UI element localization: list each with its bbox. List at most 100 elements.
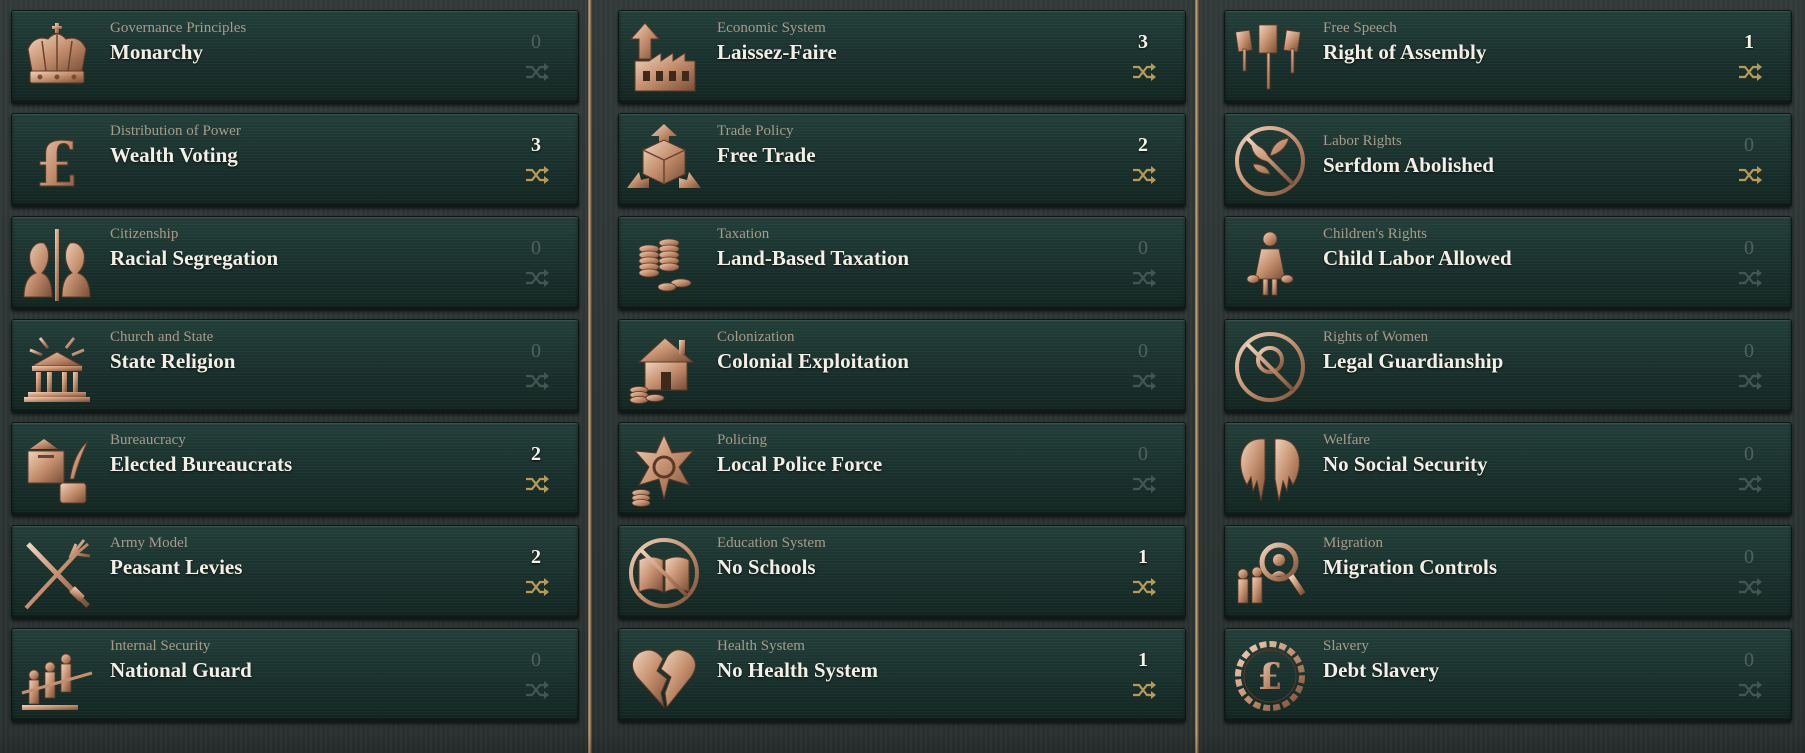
- law-name: Legal Guardianship: [1323, 349, 1504, 373]
- crown-icon: [18, 19, 96, 97]
- shuffle-icon[interactable]: [1737, 370, 1763, 392]
- pitchfork-musket-icon: [18, 534, 96, 612]
- shuffle-icon[interactable]: [1131, 164, 1157, 186]
- shuffle-icon[interactable]: [524, 576, 550, 598]
- law-card-colonization[interactable]: Colonization Colonial Exploitation 0: [618, 319, 1186, 413]
- law-group-label: Policing: [717, 432, 768, 448]
- law-card-internal-security[interactable]: Internal Security National Guard 0: [11, 628, 579, 722]
- broken-heart-icon: [625, 637, 703, 715]
- law-card-economic-system[interactable]: Economic System Laissez-Faire 3: [618, 10, 1186, 104]
- crossed-venus-icon: [1231, 328, 1309, 406]
- law-card-slavery[interactable]: £ Slavery Debt Slavery 0: [1224, 628, 1792, 722]
- law-group-label: Internal Security: [110, 638, 211, 654]
- law-card-distribution-of-power[interactable]: £ Distribution of Power Wealth Voting 3: [11, 113, 579, 207]
- law-card-policing[interactable]: Policing Local Police Force 0: [618, 422, 1186, 516]
- law-card-migration[interactable]: Migration Migration Controls 0: [1224, 525, 1792, 619]
- shuffle-icon[interactable]: [1131, 61, 1157, 83]
- law-group-label: Church and State: [110, 329, 214, 345]
- shuffle-icon[interactable]: [1737, 164, 1763, 186]
- law-group-label: Economic System: [717, 20, 826, 36]
- shuffle-icon[interactable]: [1131, 576, 1157, 598]
- law-card-labor-rights[interactable]: Labor Rights Serfdom Abolished 0: [1224, 113, 1792, 207]
- law-name: Laissez-Faire: [717, 40, 837, 64]
- crossed-plant-icon: [1231, 122, 1309, 200]
- law-card-army-model[interactable]: Army Model Peasant Levies 2: [11, 525, 579, 619]
- law-card-free-speech[interactable]: Free Speech Right of Assembly 1: [1224, 10, 1792, 104]
- approval-count: 0: [1138, 237, 1148, 259]
- approval-count: 0: [1744, 134, 1754, 156]
- approval-count: 0: [1744, 340, 1754, 362]
- law-card-trade-policy[interactable]: Trade Policy Free Trade 2: [618, 113, 1186, 207]
- law-group-label: Army Model: [110, 535, 188, 551]
- law-group-label: Citizenship: [110, 226, 179, 242]
- law-name: Right of Assembly: [1323, 40, 1487, 64]
- law-name: Local Police Force: [717, 452, 883, 476]
- law-group-label: Slavery: [1323, 638, 1369, 654]
- law-card-welfare[interactable]: Welfare No Social Security 0: [1224, 422, 1792, 516]
- law-group-label: Colonization: [717, 329, 795, 345]
- shuffle-icon[interactable]: [1737, 267, 1763, 289]
- temple-icon: [18, 328, 96, 406]
- law-group-label: Bureaucracy: [110, 432, 186, 448]
- law-name: Racial Segregation: [110, 246, 279, 270]
- law-name: No Health System: [717, 658, 878, 682]
- approval-count: 0: [531, 31, 541, 53]
- law-card-rights-of-women[interactable]: Rights of Women Legal Guardianship 0: [1224, 319, 1792, 413]
- law-group-label: Education System: [717, 535, 826, 551]
- law-card-childrens-rights[interactable]: Children's Rights Child Labor Allowed 0: [1224, 216, 1792, 310]
- svg-text:£: £: [35, 128, 78, 200]
- law-card-health-system[interactable]: Health System No Health System 1: [618, 628, 1186, 722]
- approval-count: 0: [1744, 443, 1754, 465]
- laws-board: Governance Principles Monarchy 0 £ Distr…: [0, 0, 1805, 753]
- approval-count: 3: [1138, 31, 1148, 53]
- law-card-education-system[interactable]: Education System No Schools 1: [618, 525, 1186, 619]
- law-group-label: Rights of Women: [1323, 329, 1429, 345]
- approval-count: 3: [531, 134, 541, 156]
- law-group-label: Labor Rights: [1323, 133, 1402, 149]
- magnifier-migrants-icon: [1231, 534, 1309, 612]
- law-name: Peasant Levies: [110, 555, 243, 579]
- law-card-taxation[interactable]: Taxation Land-Based Taxation 0: [618, 216, 1186, 310]
- law-name: No Social Security: [1323, 452, 1488, 476]
- approval-count: 2: [1138, 134, 1148, 156]
- law-name: Child Labor Allowed: [1323, 246, 1512, 270]
- shuffle-icon[interactable]: [524, 61, 550, 83]
- shuffle-icon[interactable]: [524, 267, 550, 289]
- law-card-bureaucracy[interactable]: Bureaucracy Elected Bureaucrats 2: [11, 422, 579, 516]
- laws-column-1: Governance Principles Monarchy 0 £ Distr…: [0, 0, 607, 753]
- law-card-governance-principles[interactable]: Governance Principles Monarchy 0: [11, 10, 579, 104]
- law-name: Elected Bureaucrats: [110, 452, 293, 476]
- torn-wings-icon: [1231, 431, 1309, 509]
- board-footer: [0, 733, 1805, 753]
- law-group-label: Children's Rights: [1323, 226, 1427, 242]
- shuffle-icon[interactable]: [1737, 61, 1763, 83]
- law-name: National Guard: [110, 658, 252, 682]
- approval-count: 2: [531, 546, 541, 568]
- factory-arrow-icon: [625, 19, 703, 97]
- shuffle-icon[interactable]: [1737, 576, 1763, 598]
- shuffle-icon[interactable]: [1737, 473, 1763, 495]
- shuffle-icon[interactable]: [1131, 267, 1157, 289]
- approval-count: 0: [531, 649, 541, 671]
- law-name: Wealth Voting: [110, 143, 238, 167]
- law-card-citizenship[interactable]: Citizenship Racial Segregation 0: [11, 216, 579, 310]
- shuffle-icon[interactable]: [524, 473, 550, 495]
- approval-count: 1: [1138, 546, 1148, 568]
- law-name: Colonial Exploitation: [717, 349, 909, 373]
- shuffle-icon[interactable]: [1131, 473, 1157, 495]
- shuffle-icon[interactable]: [1737, 679, 1763, 701]
- law-card-church-and-state[interactable]: Church and State State Religion 0: [11, 319, 579, 413]
- sheriff-star-icon: [625, 431, 703, 509]
- child-worker-icon: [1231, 225, 1309, 303]
- approval-count: 2: [531, 443, 541, 465]
- protest-signs-icon: [1231, 19, 1309, 97]
- crossed-book-icon: [625, 534, 703, 612]
- approval-count: 1: [1138, 649, 1148, 671]
- law-group-label: Distribution of Power: [110, 123, 241, 139]
- shuffle-icon[interactable]: [524, 164, 550, 186]
- shuffle-icon[interactable]: [524, 370, 550, 392]
- shuffle-icon[interactable]: [524, 679, 550, 701]
- shuffle-icon[interactable]: [1131, 679, 1157, 701]
- shuffle-icon[interactable]: [1131, 370, 1157, 392]
- law-group-label: Governance Principles: [110, 20, 247, 36]
